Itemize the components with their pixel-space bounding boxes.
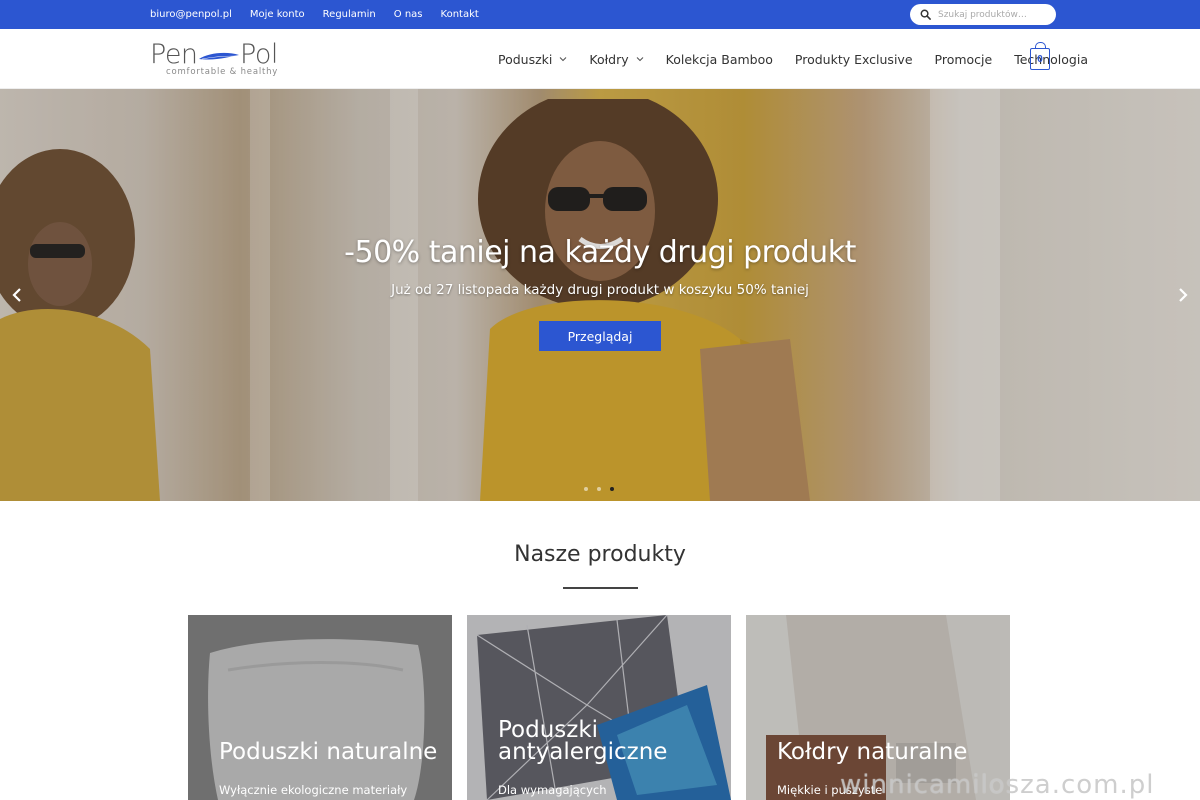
card-subtitle: Wyłącznie ekologiczne materiały xyxy=(219,783,408,797)
product-card-antiallergic-pillows[interactable]: Poduszki antyalergiczne Dla wymagających xyxy=(467,615,731,800)
main-nav: Poduszki Kołdry Kolekcja Bamboo Produkty… xyxy=(498,29,1110,89)
slider-dot[interactable] xyxy=(597,487,601,491)
hero-slider: -50% taniej na każdy drugi produkt Już o… xyxy=(0,89,1200,501)
chevron-right-icon[interactable] xyxy=(1176,287,1190,303)
nav-item-label: Promocje xyxy=(934,51,993,67)
card-subtitle: Dla wymagających xyxy=(498,783,607,797)
card-overlay xyxy=(467,615,731,800)
browse-button[interactable]: Przeglądaj xyxy=(539,321,661,351)
nav-item-produkty-exclusive[interactable]: Produkty Exclusive xyxy=(795,52,913,67)
email-link[interactable]: biuro@penpol.pl xyxy=(150,9,232,20)
watermark: winnicamilosza.com.pl xyxy=(840,770,1155,800)
slider-dot-active[interactable] xyxy=(610,487,614,491)
nav-item-koldry[interactable]: Kołdry xyxy=(589,51,644,67)
chevron-down-icon xyxy=(636,57,644,62)
feather-icon xyxy=(199,52,239,60)
card-overlay xyxy=(188,615,452,800)
nav-item-label: Poduszki xyxy=(498,51,553,67)
slider-dots xyxy=(584,487,614,491)
site-header: Pen Pol comfortable & healthy Poduszki K… xyxy=(0,29,1200,89)
nav-item-label: Technologia xyxy=(1014,51,1088,67)
nav-item-kolekcja-bamboo[interactable]: Kolekcja Bamboo xyxy=(666,52,773,67)
hero-title: -50% taniej na każdy drugi produkt xyxy=(344,235,856,270)
search-input[interactable] xyxy=(938,9,1048,20)
slider-dot[interactable] xyxy=(584,487,588,491)
logo-tagline: comfortable & healthy xyxy=(166,67,279,77)
product-card-natural-pillows[interactable]: Poduszki naturalne Wyłącznie ekologiczne… xyxy=(188,615,452,800)
contact-link[interactable]: Kontakt xyxy=(441,9,479,20)
about-link[interactable]: O nas xyxy=(394,9,423,20)
nav-item-poduszki[interactable]: Poduszki xyxy=(498,52,567,67)
nav-item-promocje[interactable]: Promocje xyxy=(935,52,993,67)
chevron-left-icon[interactable] xyxy=(10,287,24,303)
search-box[interactable] xyxy=(910,4,1056,25)
logo[interactable]: Pen Pol comfortable & healthy xyxy=(150,39,290,81)
nav-item-technologia[interactable]: Technologia xyxy=(1014,52,1088,67)
card-title: Kołdry naturalne xyxy=(777,739,968,765)
card-title: Poduszki naturalne xyxy=(219,739,438,765)
nav-item-label: Produkty Exclusive xyxy=(794,51,913,67)
logo-word-pol: Pol xyxy=(240,39,278,70)
nav-item-label: Kolekcja Bamboo xyxy=(665,51,773,67)
card-title: Poduszki antyalergiczne xyxy=(498,717,668,765)
chevron-down-icon xyxy=(560,57,567,62)
search-icon[interactable] xyxy=(920,9,931,20)
nav-item-label: Kołdry xyxy=(589,51,629,67)
cart-count: 0 xyxy=(1037,53,1043,65)
section-divider xyxy=(563,587,638,589)
top-bar: biuro@penpol.pl Moje konto Regulamin O n… xyxy=(0,0,1200,29)
my-account-link[interactable]: Moje konto xyxy=(250,9,305,20)
cart-button[interactable]: 0 xyxy=(1030,42,1050,70)
logo-word-pen: Pen xyxy=(150,39,198,70)
terms-link[interactable]: Regulamin xyxy=(323,9,376,20)
section-title: Nasze produkty xyxy=(514,542,686,567)
hero-subtitle: Już od 27 listopada każdy drugi produkt … xyxy=(391,282,809,298)
top-links: biuro@penpol.pl Moje konto Regulamin O n… xyxy=(150,0,479,29)
